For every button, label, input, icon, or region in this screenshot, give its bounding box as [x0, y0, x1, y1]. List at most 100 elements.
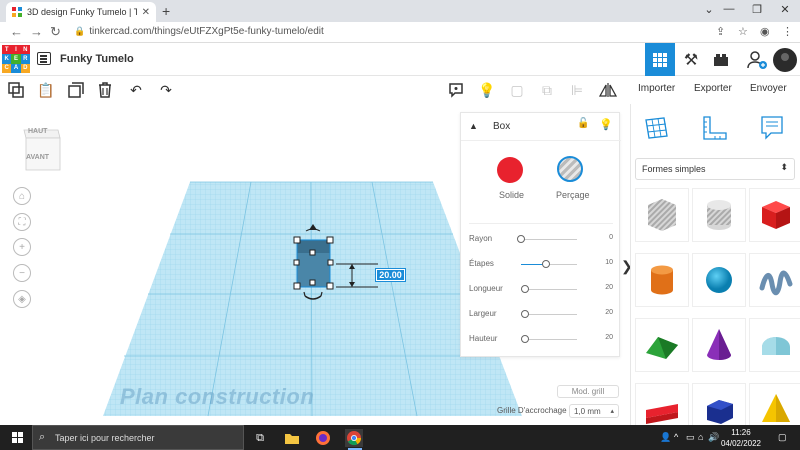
view-cube-top[interactable]: HAUT: [28, 128, 47, 135]
property-value[interactable]: 20: [605, 284, 613, 291]
hole-button[interactable]: [557, 156, 583, 182]
export-button[interactable]: Exporter: [694, 83, 732, 94]
fit-view-icon[interactable]: ⛶: [13, 213, 31, 231]
bricks-icon[interactable]: [706, 43, 736, 76]
view-cube[interactable]: HAUT AVANT: [22, 124, 61, 171]
property-slider-knob[interactable]: [521, 285, 530, 293]
zoom-in-icon[interactable]: +: [13, 238, 31, 256]
note-icon[interactable]: [446, 80, 466, 100]
ruler-icon[interactable]: [701, 114, 729, 145]
add-user-icon[interactable]: [742, 43, 772, 76]
import-button[interactable]: Importer: [638, 83, 675, 94]
light-bulb-icon[interactable]: 💡: [477, 80, 497, 100]
blocks-pickaxe-icon[interactable]: ⚒: [676, 43, 706, 76]
shape-roof[interactable]: [635, 318, 689, 372]
tinkercad-logo[interactable]: TIN KER CAD: [2, 45, 30, 73]
profile-icon[interactable]: ◉: [760, 25, 770, 38]
property-slider[interactable]: [521, 314, 577, 315]
new-tab-button[interactable]: +: [162, 3, 170, 19]
3d-view-button[interactable]: [645, 43, 675, 76]
minimize-icon[interactable]: —: [714, 3, 744, 15]
browser-tab[interactable]: 3D design Funky Tumelo | Tinker ✕: [6, 2, 156, 22]
ungroup-icon[interactable]: ⧉: [537, 80, 557, 100]
solid-color-button[interactable]: [497, 157, 523, 183]
collapse-triangle-icon[interactable]: ▲: [469, 121, 478, 131]
lock-icon: 🔒: [74, 26, 86, 36]
taskbar-clock[interactable]: 11:26 04/02/2022: [716, 427, 766, 449]
property-slider[interactable]: [521, 289, 577, 290]
property-value[interactable]: 20: [605, 334, 613, 341]
file-explorer-icon[interactable]: [283, 429, 301, 447]
search-icon: ⌕: [39, 431, 46, 443]
shape-box[interactable]: [749, 188, 800, 242]
perspective-icon[interactable]: ◈: [13, 290, 31, 308]
project-name[interactable]: Funky Tumelo: [60, 53, 134, 65]
user-avatar[interactable]: [770, 43, 800, 76]
property-row: Rayon 0: [469, 233, 613, 247]
shape-box-hole[interactable]: [635, 188, 689, 242]
property-slider-knob[interactable]: [521, 310, 530, 318]
shape-scribble[interactable]: [749, 253, 800, 307]
property-label: Étapes: [469, 259, 494, 268]
property-slider[interactable]: [521, 239, 577, 240]
shape-cone[interactable]: [692, 318, 746, 372]
notifications-icon[interactable]: ▢: [778, 432, 787, 443]
mirror-icon[interactable]: [598, 80, 618, 100]
url-field[interactable]: 🔒 tinkercad.com/things/eUtFZXgPt5e-funky-…: [74, 26, 324, 37]
property-label: Longueur: [469, 284, 503, 293]
property-slider-knob[interactable]: [521, 335, 530, 343]
firefox-icon[interactable]: [314, 429, 332, 447]
property-slider[interactable]: [521, 339, 577, 340]
shape-sphere[interactable]: [692, 253, 746, 307]
taskbar-search[interactable]: ⌕ Taper ici pour rechercher: [32, 425, 244, 450]
reload-icon[interactable]: ↻: [50, 24, 61, 40]
shape-cylinder[interactable]: [635, 253, 689, 307]
chrome-icon[interactable]: [345, 429, 363, 447]
property-value[interactable]: 0: [609, 234, 613, 241]
user-tray-icon[interactable]: 👤: [660, 432, 671, 443]
property-slider-knob[interactable]: [517, 235, 525, 243]
align-icon[interactable]: ⊫: [567, 80, 587, 100]
unlock-icon[interactable]: 🔓: [577, 118, 589, 129]
forward-icon[interactable]: →: [30, 24, 43, 39]
view-cube-front[interactable]: AVANT: [26, 154, 49, 161]
workplane-tool-icon[interactable]: [643, 114, 669, 143]
shape-category-select[interactable]: Formes simples ⬍: [635, 158, 795, 180]
trash-icon[interactable]: [95, 80, 115, 100]
dimension-input[interactable]: 20.00: [375, 268, 406, 282]
edit-grid-button[interactable]: Mod. grill: [557, 385, 619, 398]
window-close-icon[interactable]: ✕: [770, 3, 800, 16]
chevron-up-icon[interactable]: ^: [674, 432, 678, 442]
design-list-icon[interactable]: [37, 52, 51, 65]
new-shape-icon[interactable]: [6, 80, 26, 100]
shape-cylinder-hole[interactable]: [692, 188, 746, 242]
back-icon[interactable]: ←: [10, 24, 23, 39]
group-icon[interactable]: ▢: [507, 80, 527, 100]
task-view-icon[interactable]: ⧉: [251, 429, 269, 447]
property-row: Étapes 10: [469, 258, 613, 272]
snap-grid-select[interactable]: 1,0 mm ▴: [569, 404, 619, 418]
property-value[interactable]: 10: [605, 259, 613, 266]
send-button[interactable]: Envoyer: [750, 83, 787, 94]
battery-icon[interactable]: ▭: [686, 432, 695, 443]
duplicate-icon[interactable]: [66, 80, 86, 100]
paste-icon[interactable]: 📋: [36, 80, 56, 100]
property-slider-knob[interactable]: [542, 260, 551, 268]
restore-icon[interactable]: ❐: [742, 3, 772, 16]
home-view-icon[interactable]: ⌂: [13, 187, 31, 205]
notes-icon[interactable]: [759, 114, 785, 145]
property-value[interactable]: 20: [605, 309, 613, 316]
browser-menu-icon[interactable]: ⋮: [782, 25, 793, 38]
zoom-out-icon[interactable]: −: [13, 264, 31, 282]
undo-icon[interactable]: ↶: [126, 80, 146, 100]
tab-close-icon[interactable]: ✕: [142, 7, 150, 18]
windows-start-icon[interactable]: [12, 432, 23, 443]
redo-icon[interactable]: ↷: [156, 80, 176, 100]
bookmark-star-icon[interactable]: ☆: [738, 25, 748, 38]
edit-toolbar: 📋 ↶ ↷ 💡 ▢ ⧉ ⊫: [0, 76, 630, 104]
shape-round-roof[interactable]: [749, 318, 800, 372]
share-icon[interactable]: ⇪: [716, 25, 725, 38]
network-icon[interactable]: ⌂: [698, 432, 703, 442]
visibility-bulb-icon[interactable]: 💡: [599, 118, 613, 131]
hole-label: Perçage: [556, 190, 590, 200]
